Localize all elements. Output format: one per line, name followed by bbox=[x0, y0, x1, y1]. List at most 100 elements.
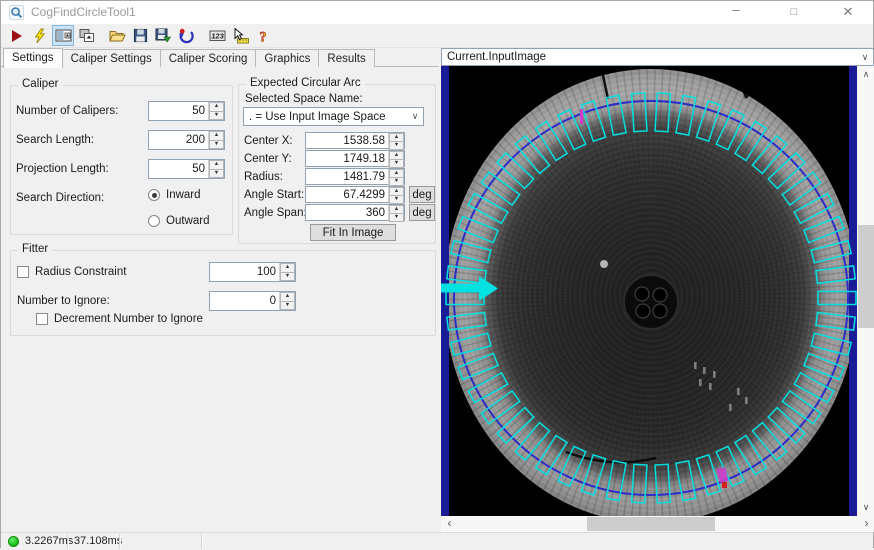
angle-span-label: Angle Span: bbox=[244, 207, 307, 219]
radio-outward[interactable]: Outward bbox=[148, 215, 209, 227]
cog-find-circle-tool-window: CogFindCircleTool1 – □ ✕ bbox=[0, 0, 874, 548]
center-x-spinner[interactable]: 1538.58 ▲▼ bbox=[305, 132, 405, 149]
center-y-spinner[interactable]: 1749.18 ▲▼ bbox=[305, 150, 405, 167]
spin-down-icon[interactable]: ▼ bbox=[280, 301, 295, 311]
center-x-label: Center X: bbox=[244, 135, 293, 147]
scroll-up-icon[interactable]: ∧ bbox=[857, 66, 874, 83]
space-name-combobox[interactable]: . = Use Input Image Space ∨ bbox=[243, 107, 424, 126]
spin-up-icon[interactable]: ▲ bbox=[280, 263, 295, 272]
svg-text:123: 123 bbox=[211, 32, 224, 41]
number-of-calipers-label: Number of Calipers: bbox=[16, 105, 118, 117]
angle-start-spinner[interactable]: 67.4299 ▲▼ bbox=[305, 186, 405, 203]
fitter-group: Fitter Radius Constraint 100 ▲▼ Number t… bbox=[10, 250, 436, 336]
close-button[interactable]: ✕ bbox=[831, 1, 865, 23]
lightning-run-icon[interactable] bbox=[29, 25, 51, 46]
radio-outward-label: Outward bbox=[166, 215, 209, 227]
tab-caliper-scoring[interactable]: Caliper Scoring bbox=[160, 49, 257, 68]
spin-up-icon[interactable]: ▲ bbox=[389, 169, 404, 177]
angle-span-spinner[interactable]: 360 ▲▼ bbox=[305, 204, 405, 221]
scroll-left-icon[interactable]: ‹ bbox=[441, 516, 458, 532]
radius-constraint-label: Radius Constraint bbox=[35, 266, 126, 278]
spin-down-icon[interactable]: ▼ bbox=[280, 272, 295, 282]
center-y-label: Center Y: bbox=[244, 153, 292, 165]
projection-length-label: Projection Length: bbox=[16, 163, 109, 175]
app-magnifier-icon bbox=[9, 5, 24, 20]
arc-group-title: Expected Circular Arc bbox=[246, 77, 365, 89]
vertical-scrollbar[interactable]: ∧ ∨ bbox=[857, 66, 874, 516]
tab-caliper-settings[interactable]: Caliper Settings bbox=[62, 49, 161, 68]
spin-down-icon[interactable]: ▼ bbox=[209, 140, 224, 150]
tab-graphics[interactable]: Graphics bbox=[255, 49, 319, 68]
spin-up-icon[interactable]: ▲ bbox=[389, 187, 404, 195]
measure-pointer-icon[interactable] bbox=[229, 25, 251, 46]
chevron-down-icon[interactable]: ∨ bbox=[407, 111, 423, 122]
save-icon[interactable] bbox=[129, 25, 151, 46]
number-of-calipers-spinner[interactable]: 50 ▲▼ bbox=[148, 101, 225, 121]
search-length-spinner[interactable]: 200 ▲▼ bbox=[148, 130, 225, 150]
fit-in-image-button[interactable]: Fit In Image bbox=[310, 224, 396, 241]
spin-down-icon[interactable]: ▼ bbox=[209, 169, 224, 179]
spin-up-icon[interactable]: ▲ bbox=[389, 205, 404, 213]
image-source-combobox[interactable]: Current.InputImage ∨ bbox=[441, 48, 874, 66]
tab-settings[interactable]: Settings bbox=[3, 48, 63, 68]
settings-tab-page: Caliper Number of Calipers: 50 ▲▼ Search… bbox=[1, 67, 439, 532]
angle-start-deg-button[interactable]: deg bbox=[409, 186, 435, 203]
decrement-ignore-checkbox[interactable] bbox=[36, 313, 48, 325]
open-file-icon[interactable] bbox=[106, 25, 128, 46]
spin-up-icon[interactable]: ▲ bbox=[389, 151, 404, 159]
image-display[interactable] bbox=[441, 66, 857, 516]
spin-down-icon[interactable]: ▼ bbox=[389, 213, 404, 222]
radius-label: Radius: bbox=[244, 171, 283, 183]
run-icon[interactable] bbox=[6, 25, 28, 46]
horizontal-scrollbar-thumb[interactable] bbox=[587, 517, 715, 531]
overlay-graphics bbox=[441, 66, 857, 516]
spin-up-icon[interactable]: ▲ bbox=[280, 292, 295, 301]
caliper-group: Caliper Number of Calipers: 50 ▲▼ Search… bbox=[10, 85, 233, 235]
angle-span-deg-button[interactable]: deg bbox=[409, 204, 435, 221]
svg-text:?: ? bbox=[259, 29, 266, 44]
angle-start-label: Angle Start: bbox=[244, 189, 304, 201]
radio-inward-label: Inward bbox=[166, 189, 201, 201]
image-panes-icon[interactable] bbox=[52, 25, 74, 46]
spin-down-icon[interactable]: ▼ bbox=[389, 141, 404, 150]
reset-icon[interactable] bbox=[175, 25, 197, 46]
help-icon[interactable]: ? bbox=[252, 25, 274, 46]
decrement-ignore-label: Decrement Number to Ignore bbox=[54, 313, 203, 325]
spin-up-icon[interactable]: ▲ bbox=[209, 160, 224, 169]
search-direction-label: Search Direction: bbox=[16, 192, 104, 204]
spin-down-icon[interactable]: ▼ bbox=[389, 177, 404, 186]
spin-down-icon[interactable]: ▼ bbox=[389, 195, 404, 204]
spin-down-icon[interactable]: ▼ bbox=[389, 159, 404, 168]
expected-arc-group: Expected Circular Arc Selected Space Nam… bbox=[238, 84, 436, 244]
spin-up-icon[interactable]: ▲ bbox=[209, 102, 224, 111]
projection-length-spinner[interactable]: 50 ▲▼ bbox=[148, 159, 225, 179]
radio-inward[interactable]: Inward bbox=[148, 189, 201, 201]
scroll-down-icon[interactable]: ∨ bbox=[857, 499, 874, 516]
scroll-right-icon[interactable]: › bbox=[858, 516, 874, 532]
spin-down-icon[interactable]: ▼ bbox=[209, 111, 224, 121]
status-led-icon bbox=[8, 536, 19, 547]
total-time-value: 37.108ms bbox=[74, 535, 122, 547]
spin-up-icon[interactable]: ▲ bbox=[389, 133, 404, 141]
minimize-button[interactable]: – bbox=[719, 1, 753, 23]
tab-results[interactable]: Results bbox=[318, 49, 374, 68]
title-bar: CogFindCircleTool1 – □ ✕ bbox=[1, 1, 873, 25]
radio-button-icon[interactable] bbox=[148, 215, 160, 227]
vertical-scrollbar-thumb[interactable] bbox=[858, 225, 874, 328]
fitter-group-title: Fitter bbox=[18, 243, 52, 255]
radius-constraint-spinner[interactable]: 100 ▲▼ bbox=[209, 262, 296, 282]
float-pane-icon[interactable] bbox=[75, 25, 97, 46]
radius-constraint-checkbox[interactable] bbox=[17, 266, 29, 278]
caliper-group-title: Caliper bbox=[18, 78, 62, 90]
numeric-results-icon[interactable]: 123 bbox=[206, 25, 228, 46]
horizontal-scrollbar[interactable]: ‹ › bbox=[441, 516, 874, 532]
radius-spinner[interactable]: 1481.79 ▲▼ bbox=[305, 168, 405, 185]
maximize-button[interactable]: □ bbox=[777, 1, 811, 23]
save-image-icon[interactable] bbox=[152, 25, 174, 46]
status-separator bbox=[67, 534, 69, 549]
spin-up-icon[interactable]: ▲ bbox=[209, 131, 224, 140]
tab-strip: SettingsCaliper SettingsCaliper ScoringG… bbox=[1, 48, 439, 67]
number-to-ignore-spinner[interactable]: 0 ▲▼ bbox=[209, 291, 296, 311]
chevron-down-icon[interactable]: ∨ bbox=[857, 52, 873, 63]
radio-button-icon[interactable] bbox=[148, 189, 160, 201]
